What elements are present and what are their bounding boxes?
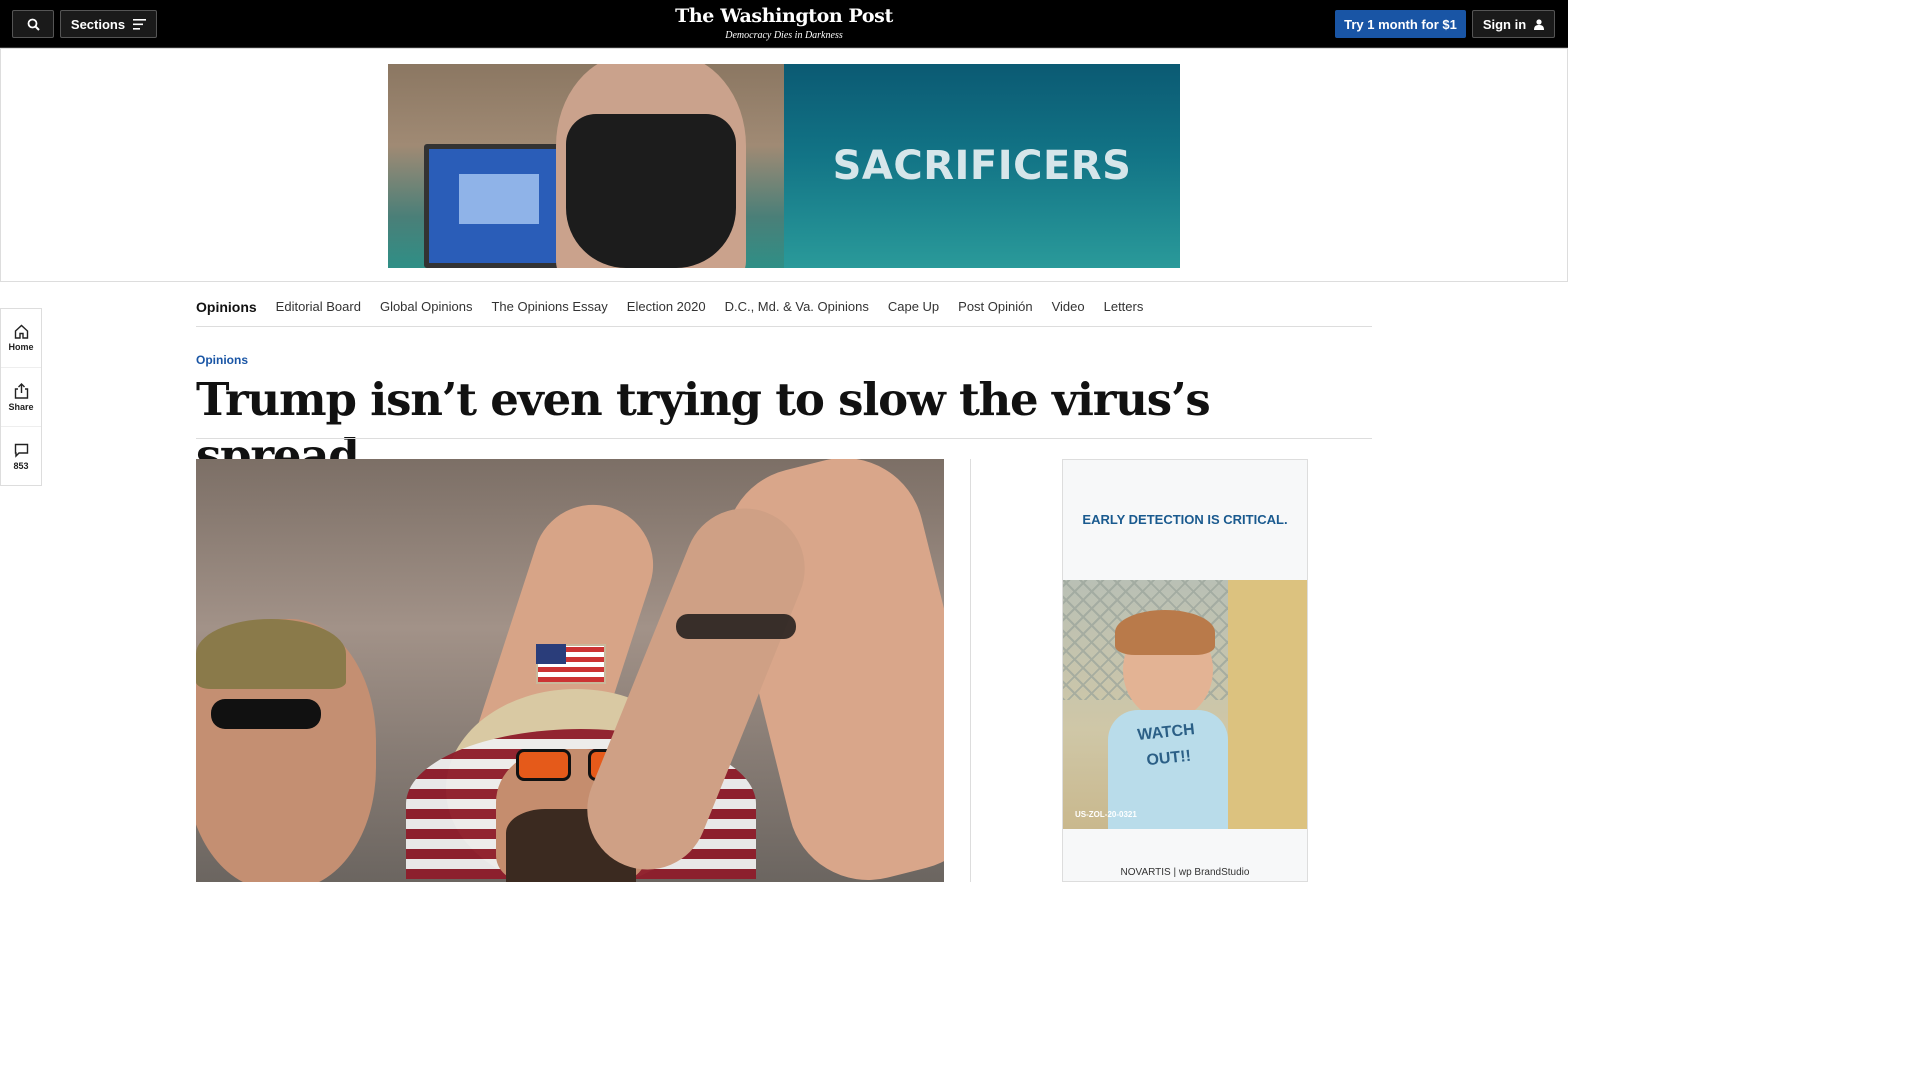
banner-ad-photo bbox=[388, 64, 784, 268]
banner-ad-text-panel: SACRIFICERS bbox=[784, 64, 1180, 268]
sections-button[interactable]: Sections bbox=[60, 10, 157, 38]
sections-label: Sections bbox=[70, 16, 126, 32]
side-ad[interactable]: EARLY DETECTION IS CRITICAL. WATCH OUT!!… bbox=[1062, 459, 1308, 882]
search-button[interactable] bbox=[12, 10, 54, 38]
section-nav-item[interactable]: Global Opinions bbox=[380, 299, 473, 314]
site-logo[interactable]: The Washington Post Democracy Dies in Da… bbox=[634, 5, 934, 43]
subscribe-button[interactable]: Try 1 month for $1 bbox=[1335, 10, 1466, 38]
column-divider bbox=[970, 459, 971, 882]
share-icon bbox=[14, 382, 28, 399]
shirt-text: WATCH OUT!! bbox=[1136, 721, 1196, 770]
article-photo bbox=[196, 459, 944, 882]
headline-divider bbox=[196, 438, 1372, 439]
share-label: Share bbox=[8, 401, 34, 412]
home-icon bbox=[14, 324, 28, 339]
top-bar: Sections The Washington Post Democracy D… bbox=[0, 0, 1568, 48]
article-kicker[interactable]: Opinions bbox=[196, 353, 248, 367]
section-nav-item[interactable]: Letters bbox=[1104, 299, 1144, 314]
side-ad-photo: WATCH OUT!! bbox=[1063, 580, 1307, 829]
user-icon bbox=[1534, 18, 1545, 30]
side-ad-code: US-ZOL-20-0321 bbox=[1075, 810, 1137, 819]
share-button[interactable]: Share bbox=[1, 368, 41, 427]
home-button[interactable]: Home bbox=[1, 309, 41, 368]
signin-button[interactable]: Sign in bbox=[1472, 10, 1555, 38]
section-nav-item[interactable]: Election 2020 bbox=[627, 299, 706, 314]
section-nav: Opinions Editorial Board Global Opinions… bbox=[196, 287, 1372, 327]
section-nav-item[interactable]: Cape Up bbox=[888, 299, 939, 314]
signin-label: Sign in bbox=[1482, 16, 1527, 32]
menu-icon bbox=[133, 18, 147, 30]
section-nav-item[interactable]: The Opinions Essay bbox=[491, 299, 607, 314]
mask-image bbox=[566, 114, 736, 268]
side-ad-brand: NOVARTIS | wp BrandStudio bbox=[1120, 867, 1250, 878]
section-nav-item[interactable]: Video bbox=[1052, 299, 1085, 314]
comment-icon bbox=[14, 443, 28, 458]
home-label: Home bbox=[8, 342, 34, 352]
logo-tagline: Democracy Dies in Darkness bbox=[725, 30, 843, 41]
section-nav-item[interactable]: D.C., Md. & Va. Opinions bbox=[725, 299, 869, 314]
side-ad-headline: EARLY DETECTION IS CRITICAL. bbox=[1082, 512, 1288, 527]
section-nav-item[interactable]: Post Opinión bbox=[958, 299, 1032, 314]
banner-ad-text: SACRIFICERS bbox=[832, 143, 1132, 189]
section-nav-home[interactable]: Opinions bbox=[196, 299, 257, 315]
search-icon bbox=[27, 18, 40, 31]
comments-button[interactable]: 853 bbox=[1, 427, 41, 486]
left-rail: Home Share 853 bbox=[0, 308, 42, 486]
comments-count: 853 bbox=[13, 460, 29, 471]
section-nav-item[interactable]: Editorial Board bbox=[276, 299, 361, 314]
laptop-image bbox=[424, 144, 574, 268]
subscribe-label: Try 1 month for $1 bbox=[1344, 16, 1457, 32]
logo-wordmark: The Washington Post bbox=[675, 5, 893, 27]
banner-ad[interactable]: SACRIFICERS bbox=[388, 64, 1180, 268]
